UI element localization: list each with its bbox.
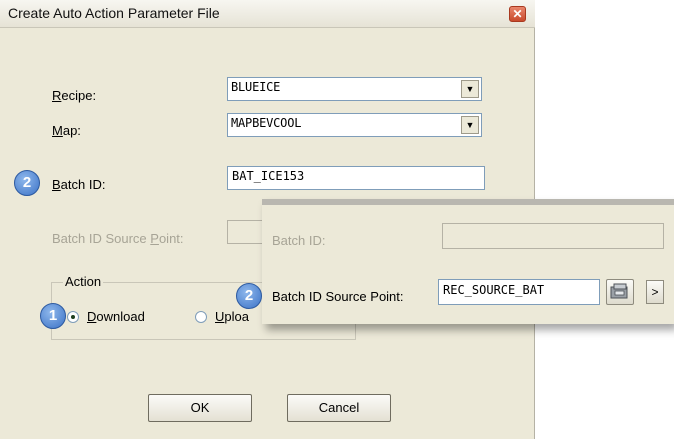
title-bar: Create Auto Action Parameter File ✕	[0, 0, 535, 28]
map-value: MAPBEVCOOL	[231, 116, 302, 130]
cancel-button[interactable]: Cancel	[287, 394, 391, 422]
recipe-label: Recipe:	[52, 88, 97, 103]
batch-id-input[interactable]: BAT_ICE153	[227, 166, 485, 190]
close-icon: ✕	[512, 7, 523, 21]
action-group-label: Action	[63, 274, 104, 289]
map-dropdown[interactable]: MAPBEVCOOL ▼	[227, 113, 482, 137]
callout-batch-source-input[interactable]: REC_SOURCE_BAT	[438, 279, 600, 305]
batch-source-input	[227, 220, 267, 244]
map-label: Map:	[52, 123, 81, 138]
picker-icon	[610, 283, 628, 299]
callout-batch-id-input	[442, 223, 664, 249]
close-button[interactable]: ✕	[509, 6, 526, 22]
download-label[interactable]: Download	[87, 309, 145, 324]
callout-batch-id-label: Batch ID:	[272, 233, 326, 248]
ok-button[interactable]: OK	[148, 394, 252, 422]
callout-batch-source-label: Batch ID Source Point:	[272, 289, 404, 304]
recipe-dropdown[interactable]: BLUEICE ▼	[227, 77, 482, 101]
chevron-down-icon[interactable]: ▼	[461, 116, 479, 134]
upload-radio[interactable]	[195, 311, 207, 323]
step-badge-2: 2	[14, 170, 40, 196]
download-radio[interactable]	[67, 311, 79, 323]
upload-label[interactable]: Uploa	[215, 309, 249, 324]
source-picker-button[interactable]	[606, 279, 634, 305]
step-badge-2: 2	[236, 283, 262, 309]
batch-id-value: BAT_ICE153	[232, 169, 305, 183]
step-badge-1: 1	[40, 303, 66, 329]
batch-source-label: Batch ID Source Point:	[52, 231, 184, 246]
radio-selected-dot	[71, 315, 75, 319]
next-button[interactable]: >	[646, 280, 664, 304]
recipe-value: BLUEICE	[231, 80, 281, 94]
zoom-callout-panel: Batch ID: 2 Batch ID Source Point: REC_S…	[236, 199, 674, 324]
callout-batch-source-value: REC_SOURCE_BAT	[443, 283, 545, 297]
dialog-title: Create Auto Action Parameter File	[8, 5, 220, 21]
batch-id-label: Batch ID:	[52, 177, 106, 192]
chevron-down-icon[interactable]: ▼	[461, 80, 479, 98]
